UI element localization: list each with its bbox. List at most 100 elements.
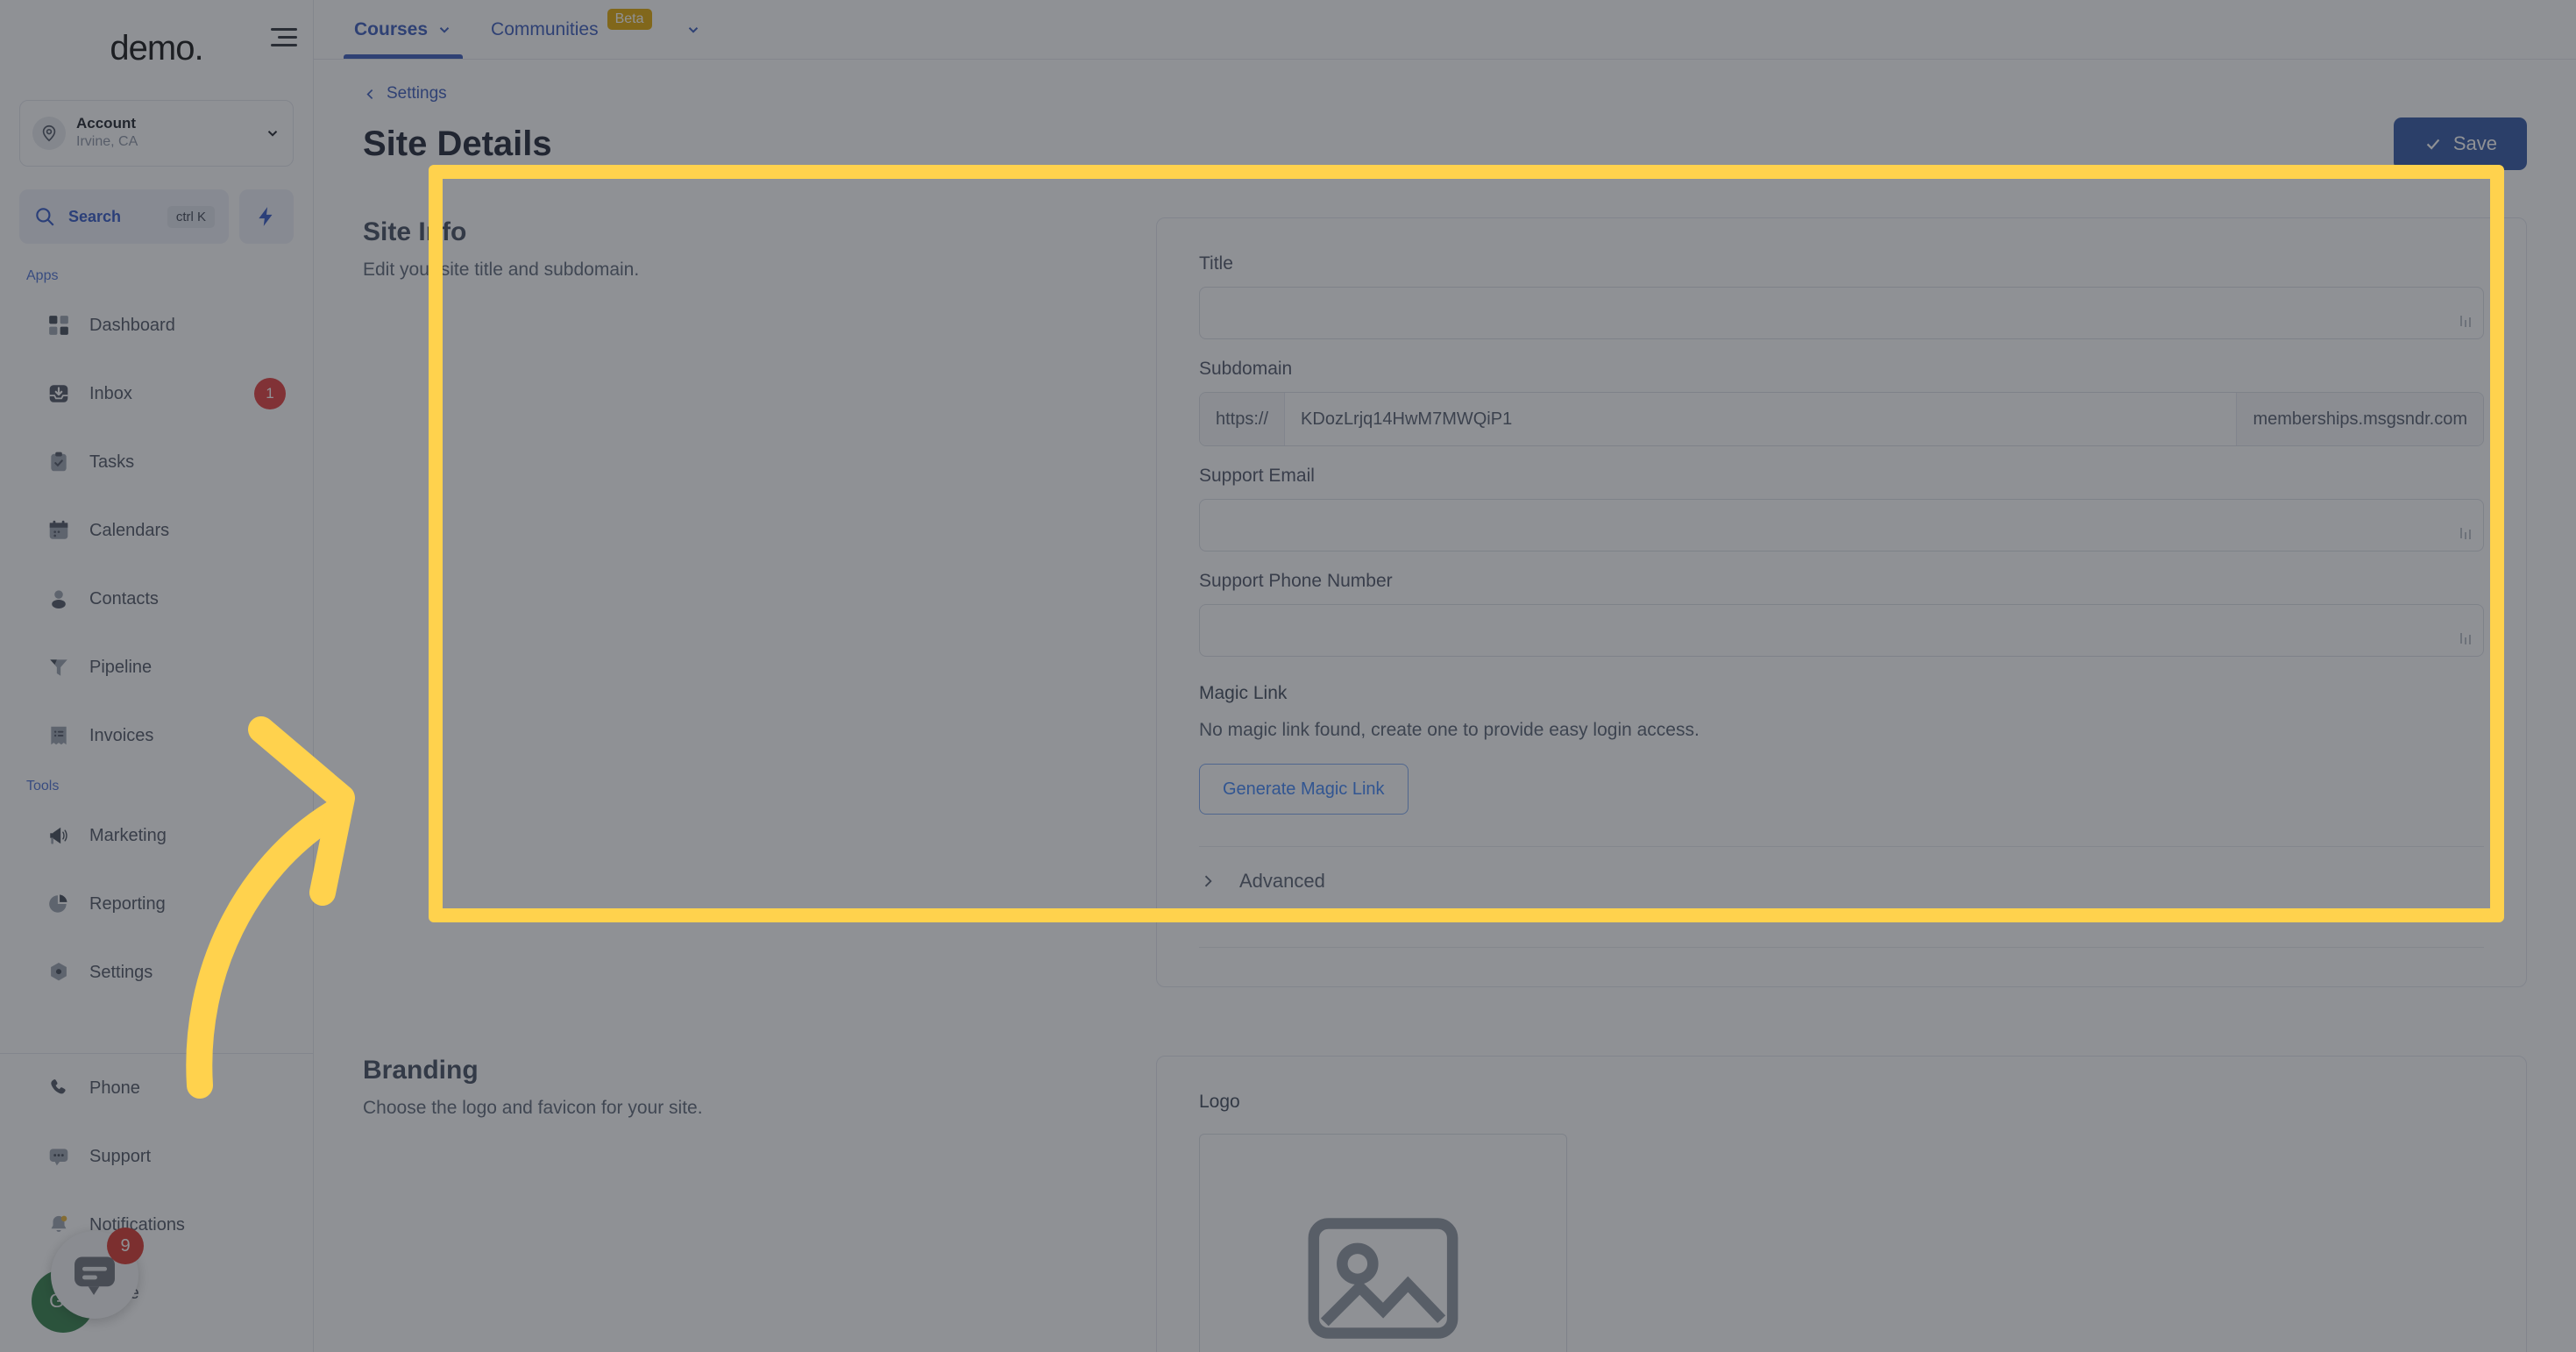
sidebar-item-invoices[interactable]: Invoices [0, 701, 313, 770]
page-title-row: Site Details Save [363, 117, 2527, 170]
tools-section-label: Tools [26, 779, 60, 793]
chevron-down-icon [688, 26, 698, 33]
advanced-accordion[interactable]: Advanced [1199, 847, 2484, 915]
subdomain-field-group: Subdomain https:// KDozLrjq14HwM7MWQiP1 … [1199, 359, 2484, 446]
support-email-label: Support Email [1199, 466, 1315, 486]
site-info-description: Edit your site title and subdomain. [363, 260, 640, 280]
check-icon [2426, 139, 2440, 150]
subdomain-label: Subdomain [1199, 359, 1293, 379]
sidebar-item-label: Tasks [89, 452, 135, 472]
save-button-label: Save [2452, 132, 2497, 154]
image-placeholder-icon [1308, 1218, 1458, 1339]
sidebar-item-reporting[interactable]: Reporting [0, 870, 313, 938]
subdomain-suffix: memberships.msgsndr.com [2236, 393, 2483, 445]
support-chat-icon [46, 1143, 72, 1170]
contacts-person-icon [46, 586, 72, 612]
sidebar-item-tasks[interactable]: Tasks [0, 428, 313, 496]
sidebar-item-label: Phone [89, 1078, 140, 1098]
page-body: Settings Site Details Save Site Info Edi… [314, 60, 2576, 1352]
title-label: Title [1199, 253, 1233, 274]
sidebar-item-marketing[interactable]: Marketing [0, 801, 313, 870]
sidebar-item-inbox[interactable]: Inbox 1 [0, 359, 313, 428]
magic-link-description: No magic link found, create one to provi… [1199, 720, 1700, 740]
subdomain-input-group[interactable]: https:// KDozLrjq14HwM7MWQiP1 membership… [1199, 392, 2484, 446]
sidebar-nav: Apps Dashboard Inbox 1 Tasks Calendars C… [0, 244, 313, 1048]
pipeline-funnel-icon [46, 654, 72, 680]
sidebar-item-label: Settings [89, 962, 153, 982]
logo-text: demo. [110, 28, 203, 68]
resize-handle-icon[interactable] [2459, 524, 2473, 542]
collapse-menu-icon[interactable] [262, 19, 297, 54]
search-icon [36, 208, 54, 226]
logo-label: Logo [1199, 1092, 1240, 1112]
gear-icon [46, 959, 72, 986]
search-input[interactable]: Search ctrl K [19, 189, 229, 244]
sidebar: demo. Account Irvine, CA Search ctrl K A… [0, 0, 314, 1352]
chevron-left-icon [366, 89, 373, 99]
phone-icon [46, 1075, 72, 1101]
search-label: Search [68, 207, 122, 225]
advanced-label: Advanced [1239, 870, 1325, 892]
tab-courses[interactable]: Courses [338, 0, 468, 59]
tab-communities[interactable]: Communities Beta [475, 0, 716, 59]
sidebar-item-contacts[interactable]: Contacts [0, 565, 313, 633]
sidebar-item-label: Contacts [89, 588, 159, 608]
card-divider-bottom [1199, 947, 2484, 948]
sidebar-item-notifications[interactable]: Notifications [0, 1191, 313, 1259]
branding-description: Choose the logo and favicon for your sit… [363, 1098, 703, 1118]
sidebar-item-label: Inbox [89, 383, 132, 403]
main-content: Courses Communities Beta Settings Site D… [314, 0, 2576, 1352]
support-email-input[interactable] [1199, 499, 2484, 551]
magic-link-label: Magic Link [1199, 683, 1288, 703]
top-tabbar: Courses Communities Beta [314, 0, 2576, 60]
sidebar-item-settings[interactable]: Settings [0, 938, 313, 1007]
title-input[interactable] [1199, 287, 2484, 339]
megaphone-icon [46, 822, 72, 849]
invoice-icon [46, 722, 72, 749]
site-info-card: Title Subdomain https:// KDozLrjq14HwM7M… [1156, 217, 2527, 987]
site-info-heading-block: Site Info Edit your site title and subdo… [363, 217, 1156, 987]
chat-widget-button[interactable]: 9 [51, 1227, 144, 1319]
bell-icon [46, 1212, 72, 1238]
beta-badge: Beta [607, 8, 652, 30]
site-info-section: Site Info Edit your site title and subdo… [363, 217, 2527, 987]
chevron-right-icon [1204, 875, 1212, 887]
account-location: Irvine, CA [76, 133, 138, 149]
title-field-group: Title [1199, 253, 2484, 339]
account-switcher[interactable]: Account Irvine, CA [19, 100, 294, 167]
sidebar-item-label: Calendars [89, 520, 170, 540]
sidebar-logo[interactable]: demo. [0, 0, 313, 96]
site-info-title: Site Info [363, 217, 467, 246]
bolt-icon[interactable] [239, 189, 294, 244]
location-pin-icon [32, 117, 66, 150]
save-button[interactable]: Save [2393, 117, 2527, 170]
chat-badge: 9 [107, 1227, 144, 1264]
tasks-clipboard-icon [46, 449, 72, 475]
tab-label: Courses [354, 18, 429, 39]
logo-upload-dropzone[interactable] [1199, 1134, 1567, 1352]
tab-label: Communities [491, 18, 599, 39]
sidebar-item-dashboard[interactable]: Dashboard [0, 291, 313, 359]
subdomain-input-value[interactable]: KDozLrjq14HwM7MWQiP1 [1285, 393, 2237, 445]
calendar-icon [46, 517, 72, 544]
generate-magic-link-button[interactable]: Generate Magic Link [1199, 764, 1409, 815]
sidebar-item-support[interactable]: Support [0, 1122, 313, 1191]
sidebar-item-label: Reporting [89, 893, 166, 914]
support-phone-field-group: Support Phone Number [1199, 571, 2484, 657]
sidebar-item-calendars[interactable]: Calendars [0, 496, 313, 565]
inbox-icon [46, 381, 72, 407]
sidebar-item-label: Invoices [89, 725, 154, 745]
chevron-down-icon [267, 131, 278, 137]
support-phone-input[interactable] [1199, 604, 2484, 657]
sidebar-item-pipeline[interactable]: Pipeline [0, 633, 313, 701]
resize-handle-icon[interactable] [2459, 630, 2473, 647]
breadcrumb[interactable]: Settings [363, 84, 2527, 103]
sidebar-item-phone[interactable]: Phone [0, 1054, 313, 1122]
branding-section: Branding Choose the logo and favicon for… [363, 1056, 2527, 1352]
support-phone-label: Support Phone Number [1199, 571, 1393, 591]
page-title: Site Details [363, 124, 552, 163]
breadcrumb-label: Settings [387, 84, 447, 103]
resize-handle-icon[interactable] [2459, 312, 2473, 330]
subdomain-prefix: https:// [1200, 393, 1286, 445]
apps-section-label: Apps [26, 268, 59, 283]
